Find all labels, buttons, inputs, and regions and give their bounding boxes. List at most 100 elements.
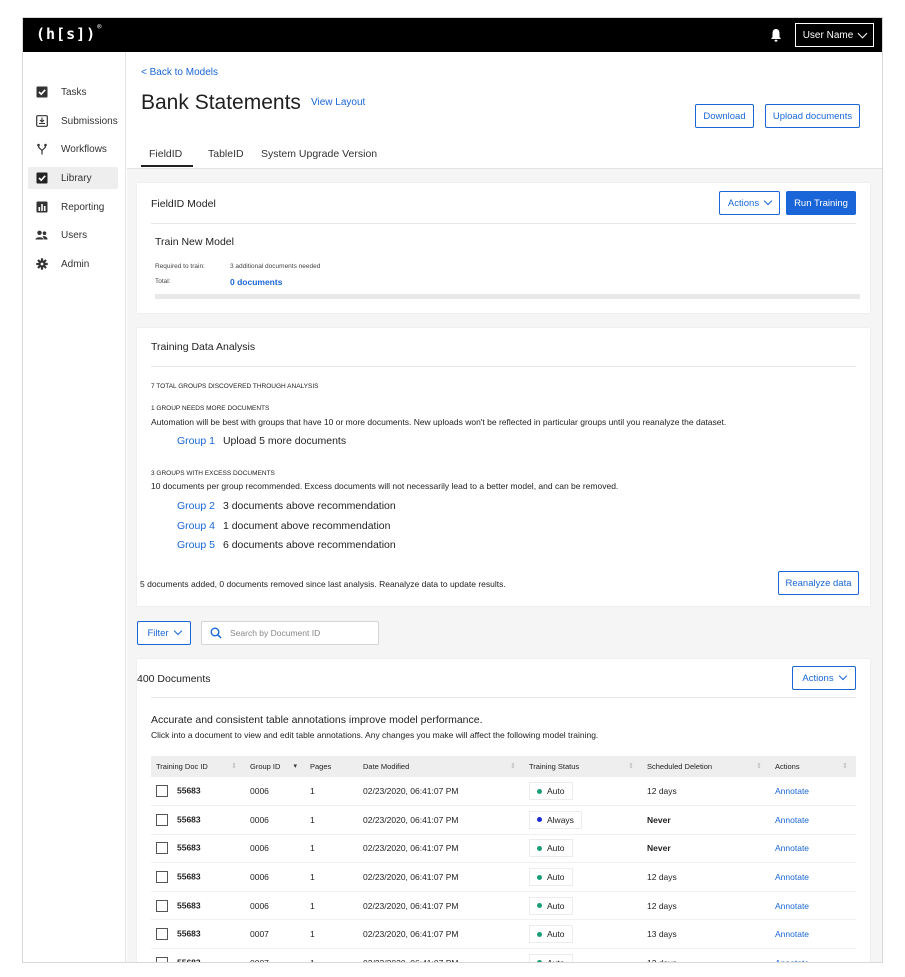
training-status-cell: Auto [524,777,642,807]
sidebar-item-admin[interactable]: Admin [28,253,118,275]
column-header[interactable]: Training Doc ID ⇕ [151,756,245,777]
documents-actions-button[interactable]: Actions [792,666,856,690]
sidebar-item-submissions[interactable]: Submissions [28,110,118,132]
filter-label: Filter [147,627,169,639]
column-header[interactable]: Date Modified ⇕ [358,756,524,777]
analysis-footer-text: 5 documents added, 0 documents removed s… [140,579,506,589]
doc-id-cell: 55683 [151,834,245,864]
sort-desc-icon[interactable]: ▾ [293,762,297,770]
tab-tableid[interactable]: TableID [208,148,244,160]
pages-cell: 1 [305,862,358,892]
download-button[interactable]: Download [695,104,754,128]
total-groups-text: 7 TOTAL GROUPS DISCOVERED THROUGH ANALYS… [151,383,319,390]
chevron-down-icon [857,28,868,38]
status-badge[interactable]: Auto [529,868,573,887]
search-input[interactable]: Search by Document ID [201,621,379,645]
row-checkbox[interactable] [156,928,168,941]
sort-icon[interactable]: ⇕ [628,762,634,770]
sidebar-item-library[interactable]: Library [28,167,118,189]
table-row[interactable]: 55683 0006 1 02/23/2020, 06:41:07 PM Auto 12 … [151,862,856,892]
table-row[interactable]: 55683 0006 1 02/23/2020, 06:41:07 PM Auto Nev… [151,834,856,864]
group-link[interactable]: Group 2 [177,500,215,512]
top-bar: (h[s])® User Name [23,18,882,52]
group-line: Group 4 1 document above recommendation [177,520,390,532]
sort-icon[interactable]: ⇕ [510,762,516,770]
status-label: Auto [547,843,565,854]
run-training-button[interactable]: Run Training [786,191,856,215]
row-checkbox[interactable] [156,813,168,826]
table-row[interactable]: 55683 0006 1 02/23/2020, 06:41:07 PM Auto 12 … [151,891,856,921]
back-to-models-link[interactable]: < Back to Models [141,67,218,78]
actions-cell: Annotate [770,891,856,921]
row-checkbox[interactable] [156,842,168,855]
row-checkbox[interactable] [156,785,168,798]
annotate-link[interactable]: Annotate [775,901,809,911]
status-badge[interactable]: Auto [529,925,573,944]
table-row[interactable]: 55683 0006 1 02/23/2020, 06:41:07 PM Auto 12 … [151,777,856,807]
logo[interactable]: (h[s])® [36,23,101,43]
sidebar-item-workflows[interactable]: Workflows [28,138,118,160]
total-documents-link[interactable]: 0 documents [230,277,282,287]
column-header[interactable]: Scheduled Deletion ⇕ [642,756,770,777]
annotate-link[interactable]: Annotate [775,929,809,939]
sort-icon[interactable]: ⇕ [231,762,237,770]
date-modified-cell: 02/23/2020, 06:41:07 PM [358,862,524,892]
upload-documents-button[interactable]: Upload documents [765,104,860,128]
group-id-cell: 0006 [245,891,305,921]
group-line: Group 2 3 documents above recommendation [177,500,396,512]
pages-cell: 1 [305,891,358,921]
status-badge[interactable]: Auto [529,782,573,801]
date-modified-cell: 02/23/2020, 06:41:07 PM [358,777,524,807]
annotate-link[interactable]: Annotate [775,872,809,882]
column-header[interactable]: Pages [305,756,358,777]
status-badge[interactable]: Auto [529,839,573,858]
column-header[interactable]: Group ID ▾ [245,756,305,777]
sidebar-item-users[interactable]: Users [28,224,118,246]
doc-id: 55683 [177,899,201,910]
sidebar-item-tasks[interactable]: Tasks [28,81,118,103]
search-placeholder: Search by Document ID [230,628,321,638]
view-layout-link[interactable]: View Layout [311,97,365,108]
divider [151,697,856,698]
group-link[interactable]: Group 4 [177,520,215,532]
filter-button[interactable]: Filter [137,621,191,645]
doc-id-cell: 55683 [151,862,245,892]
tab-fieldid[interactable]: FieldID [149,148,182,160]
total-label: Total: [155,278,171,285]
training-progress-bar [155,294,860,299]
status-badge[interactable]: Auto [529,896,573,915]
reanalyze-data-button[interactable]: Reanalyze data [778,571,859,595]
chevron-down-icon [838,671,847,681]
annotate-link[interactable]: Annotate [775,815,809,825]
actions-cell: Annotate [770,834,856,864]
status-badge[interactable]: Always [529,810,582,829]
scheduled-deletion-cell: 12 days [642,862,770,892]
table-row[interactable]: 55683 0007 1 02/23/2020, 06:41:07 PM Auto 13 … [151,948,856,962]
row-checkbox[interactable] [156,899,168,912]
tab-system-upgrade-version[interactable]: System Upgrade Version [261,148,377,160]
annotate-link[interactable]: Annotate [775,786,809,796]
doc-id-cell: 55683 [151,919,245,950]
table-row[interactable]: 55683 0007 1 02/23/2020, 06:41:07 PM Auto 13 … [151,919,856,950]
column-header[interactable]: Actions ⇕ [770,756,856,777]
sort-icon[interactable]: ⇕ [842,762,848,770]
row-checkbox[interactable] [156,871,168,884]
annotate-link[interactable]: Annotate [775,843,809,853]
status-badge[interactable]: Auto [529,953,573,962]
column-header[interactable]: Training Status ⇕ [524,756,642,777]
sort-icon[interactable]: ⇕ [756,762,762,770]
group-link[interactable]: Group 1 [177,435,215,447]
actions-label: Actions [802,672,834,684]
check-square-icon [35,86,48,99]
sidebar-item-reporting[interactable]: Reporting [28,196,118,218]
bell-icon[interactable] [770,28,782,42]
user-menu-button[interactable]: User Name [795,23,874,47]
group-link[interactable]: Group 5 [177,539,215,551]
model-actions-button[interactable]: Actions [719,191,780,215]
scheduled-deletion-cell: 13 days [642,919,770,950]
table-row[interactable]: 55683 0006 1 02/23/2020, 06:41:07 PM Always N… [151,805,856,835]
row-checkbox[interactable] [156,956,168,962]
group-note: 6 documents above recommendation [222,539,396,551]
annotate-link[interactable]: Annotate [775,958,809,962]
sidebar-item-label: Reporting [61,201,105,213]
